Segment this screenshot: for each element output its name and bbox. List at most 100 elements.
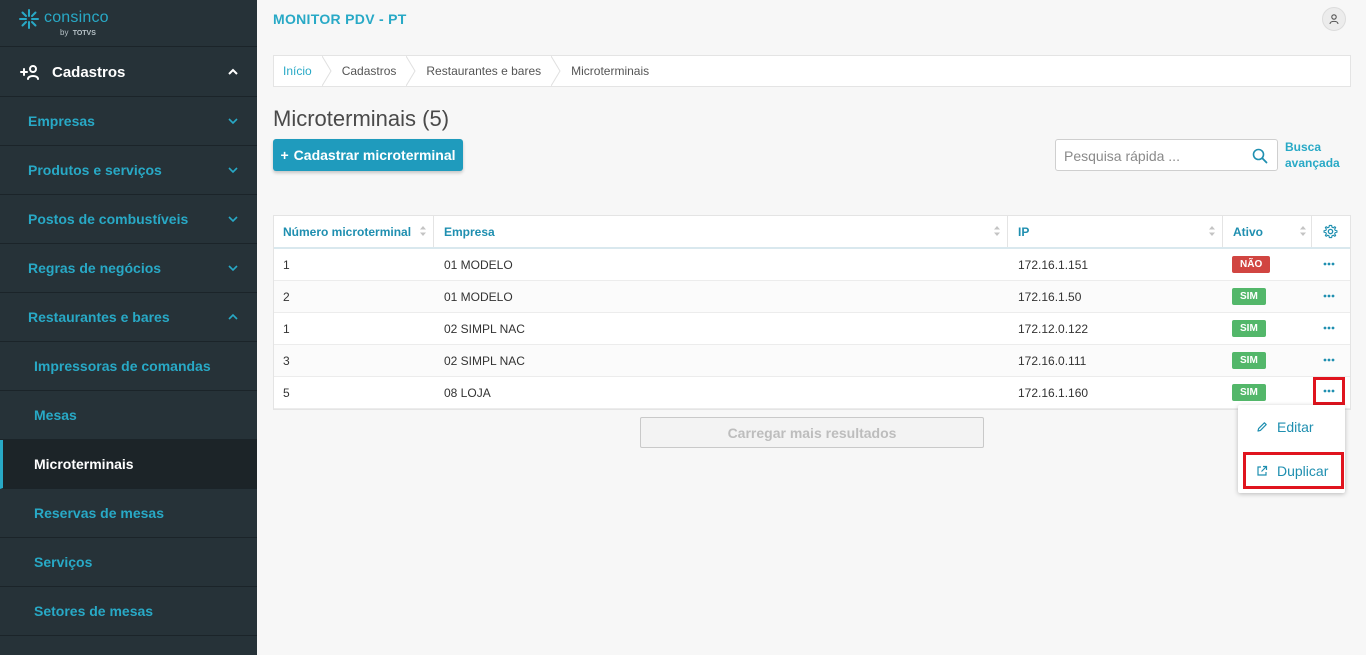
cell-ativo: SIM: [1232, 377, 1266, 408]
status-badge: SIM: [1232, 352, 1266, 369]
sidebar-item-label: Serviços: [34, 554, 93, 570]
sidebar-item-label: Empresas: [28, 113, 95, 129]
sort-icon[interactable]: [419, 225, 427, 237]
cell-numero: 2: [283, 289, 290, 304]
table-header: Número microterminal Empresa IP Ativo: [274, 216, 1350, 249]
sidebar-item-regras[interactable]: Regras de negócios: [0, 244, 257, 293]
cell-ativo: SIM: [1232, 313, 1266, 344]
cell-numero: 5: [283, 385, 290, 400]
column-divider: [433, 216, 434, 247]
sidebar-item-label: Microterminais: [34, 456, 134, 472]
column-header-empresa[interactable]: Empresa: [444, 216, 495, 247]
status-badge: SIM: [1232, 288, 1266, 305]
table-row[interactable]: 5 08 LOJA 172.16.1.160 SIM: [274, 377, 1350, 409]
search-icon[interactable]: [1252, 148, 1268, 164]
sidebar-item-empresas[interactable]: Empresas: [0, 97, 257, 146]
table-row[interactable]: 1 01 MODELO 172.16.1.151 NÃO: [274, 249, 1350, 281]
add-microterminal-button[interactable]: + Cadastrar microterminal: [273, 139, 463, 171]
sidebar: consinco by TOTVS Cadastros Empresas Pro…: [0, 0, 257, 655]
sidebar-item-impressoras[interactable]: Impressoras de comandas: [0, 342, 257, 391]
sidebar-item-label: Impressoras de comandas: [34, 358, 211, 374]
menu-item-label: Editar: [1277, 419, 1314, 435]
column-divider: [1222, 216, 1223, 247]
cell-ativo: NÃO: [1232, 249, 1271, 280]
row-context-menu: Editar Duplicar: [1238, 405, 1345, 493]
breadcrumb-separator: [551, 56, 561, 86]
column-header-ativo[interactable]: Ativo: [1233, 216, 1263, 247]
sidebar-item-more[interactable]: [0, 636, 257, 655]
more-icon: [1323, 294, 1335, 298]
chevron-down-icon: [228, 216, 238, 223]
sidebar-item-postos[interactable]: Postos de combustíveis: [0, 195, 257, 244]
sidebar-item-label: Mesas: [34, 407, 77, 423]
sidebar-item-mesas[interactable]: Mesas: [0, 391, 257, 440]
sort-icon[interactable]: [1208, 225, 1216, 237]
row-actions-button[interactable]: [1317, 351, 1341, 369]
add-user-icon: [20, 65, 39, 80]
row-actions-button[interactable]: [1317, 287, 1341, 305]
menu-item-label: Duplicar: [1277, 462, 1329, 479]
breadcrumb-inicio[interactable]: Início: [274, 56, 322, 86]
table-row[interactable]: 3 02 SIMPL NAC 172.16.0.111 SIM: [274, 345, 1350, 377]
sidebar-item-restaurantes[interactable]: Restaurantes e bares: [0, 293, 257, 342]
logo-byline: by TOTVS: [60, 28, 96, 37]
sidebar-item-setores[interactable]: Setores de mesas: [0, 587, 257, 636]
plus-icon: +: [280, 147, 289, 163]
breadcrumb-separator: [321, 56, 332, 86]
cell-ip: 172.16.0.111: [1018, 353, 1087, 368]
breadcrumb: Início Cadastros Restaurantes e bares Mi…: [273, 55, 1351, 87]
column-header-ip[interactable]: IP: [1018, 216, 1029, 247]
row-actions-button[interactable]: [1317, 319, 1341, 337]
breadcrumb-cadastros[interactable]: Cadastros: [332, 56, 407, 86]
cell-ativo: SIM: [1232, 345, 1266, 376]
row-actions-button[interactable]: [1313, 377, 1345, 405]
table-row[interactable]: 1 02 SIMPL NAC 172.12.0.122 SIM: [274, 313, 1350, 345]
sidebar-item-microterminais[interactable]: Microterminais: [0, 440, 257, 489]
sidebar-item-produtos[interactable]: Produtos e serviços: [0, 146, 257, 195]
sidebar-item-label: Postos de combustíveis: [28, 211, 189, 227]
microterminals-table: Número microterminal Empresa IP Ativo 1 …: [273, 215, 1351, 410]
sidebar-item-reservas[interactable]: Reservas de mesas: [0, 489, 257, 538]
sidebar-item-label: Produtos e serviços: [28, 162, 162, 178]
column-divider: [1007, 216, 1008, 247]
sidebar-item-servicos[interactable]: Serviços: [0, 538, 257, 587]
cell-empresa: 02 SIMPL NAC: [444, 321, 525, 336]
menu-item-duplicate[interactable]: Duplicar: [1243, 452, 1344, 489]
sort-icon[interactable]: [1299, 225, 1307, 237]
breadcrumb-microterminais: Microterminais: [571, 64, 650, 78]
table-row[interactable]: 2 01 MODELO 172.16.1.50 SIM: [274, 281, 1350, 313]
sidebar-item-cadastros[interactable]: Cadastros: [0, 48, 257, 97]
logo-brand: TOTVS: [72, 30, 96, 37]
menu-item-edit[interactable]: Editar: [1238, 410, 1345, 444]
breadcrumb-separator: [406, 56, 416, 86]
chevron-up-icon: [228, 313, 238, 320]
column-divider: [1311, 216, 1312, 247]
user-menu-button[interactable]: [1322, 7, 1346, 31]
cell-ip: 172.12.0.122: [1018, 321, 1089, 336]
search-input[interactable]: [1064, 146, 1244, 166]
status-badge: NÃO: [1232, 256, 1271, 273]
table-body: 1 01 MODELO 172.16.1.151 NÃO 2 01 MODELO…: [274, 249, 1350, 409]
cell-empresa: 01 MODELO: [444, 257, 513, 272]
gear-icon[interactable]: [1323, 224, 1338, 239]
more-icon: [1323, 358, 1335, 362]
cell-ativo: SIM: [1232, 281, 1266, 312]
sidebar-item-label: Reservas de mesas: [34, 505, 164, 521]
load-more-button[interactable]: Carregar mais resultados: [640, 417, 984, 448]
row-actions-button[interactable]: [1317, 255, 1341, 273]
logo[interactable]: consinco by TOTVS: [0, 0, 257, 47]
cell-numero: 1: [283, 257, 290, 272]
breadcrumb-restaurantes[interactable]: Restaurantes e bares: [416, 56, 551, 86]
column-header-numero[interactable]: Número microterminal: [283, 216, 411, 247]
cell-empresa: 08 LOJA: [444, 385, 491, 400]
chevron-down-icon: [228, 265, 238, 272]
cell-ip: 172.16.1.160: [1018, 385, 1089, 400]
more-icon: [1323, 262, 1335, 266]
cell-empresa: 01 MODELO: [444, 289, 513, 304]
cell-numero: 3: [283, 353, 290, 368]
sort-icon[interactable]: [993, 225, 1001, 237]
advanced-search-link[interactable]: Busca avançada: [1285, 139, 1345, 171]
more-icon: [1323, 389, 1335, 393]
sidebar-item-label: Cadastros: [52, 63, 126, 81]
logo-by: by: [60, 28, 69, 37]
